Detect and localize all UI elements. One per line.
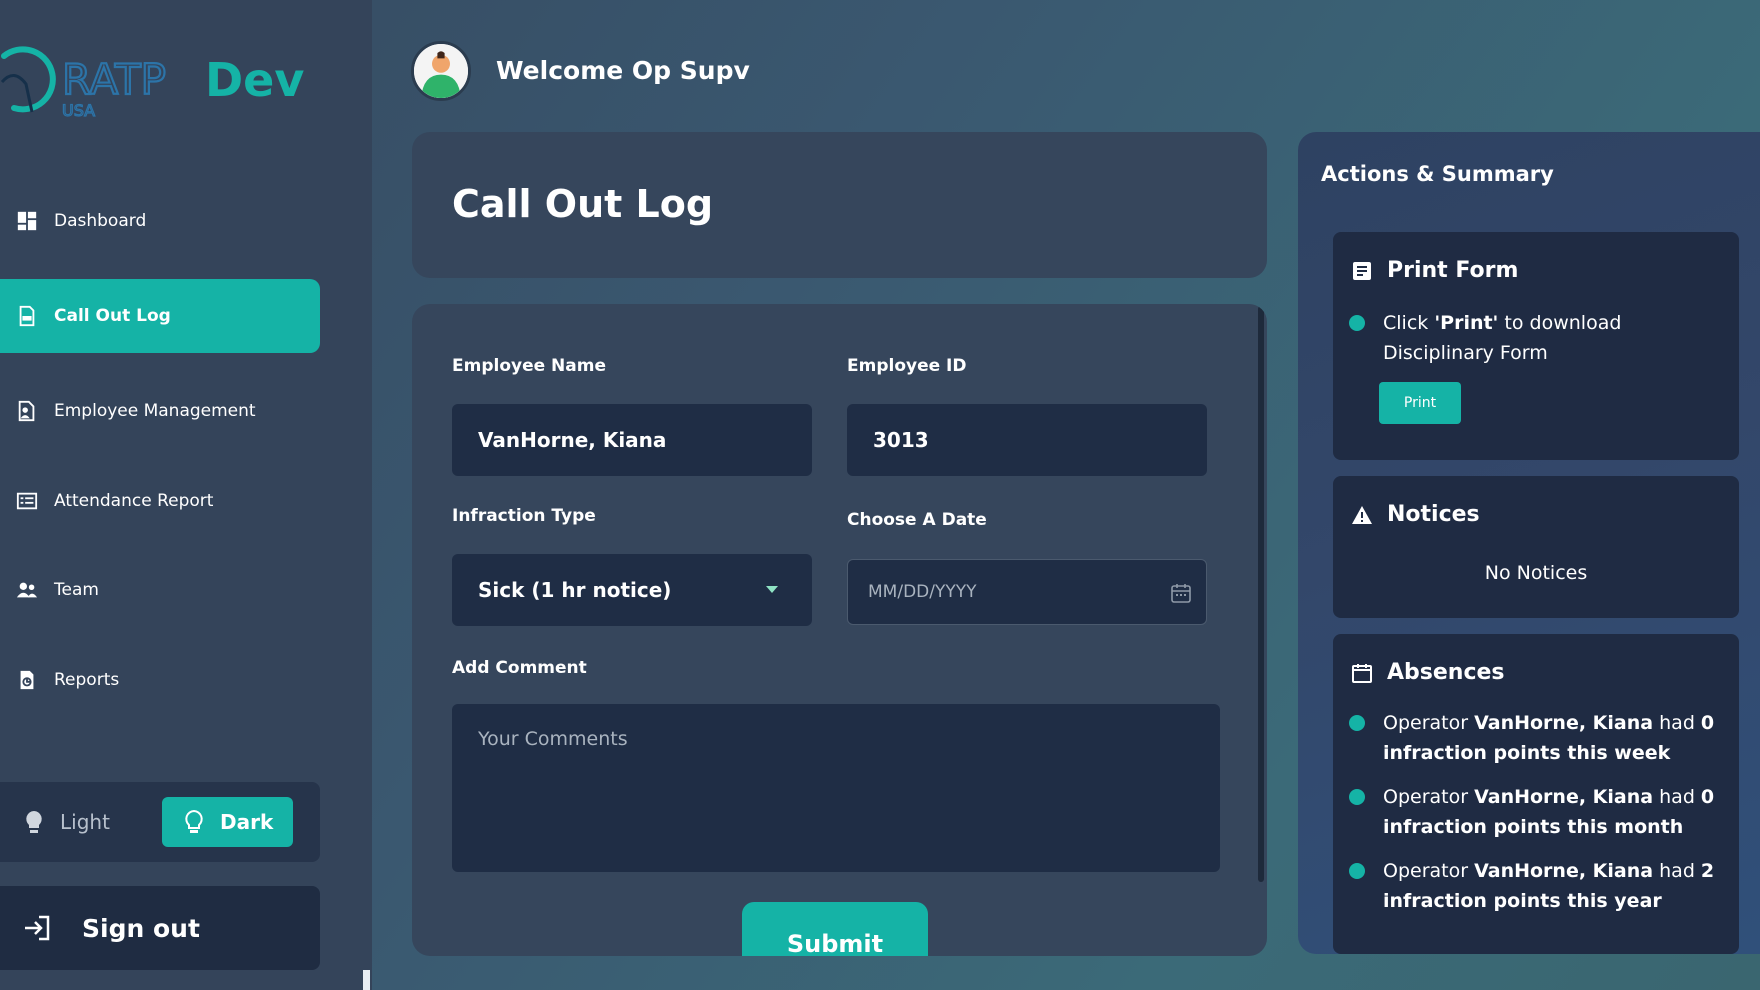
absence-mid: had [1653,712,1701,734]
sidebar-item-attendance-report[interactable]: Attendance Report [0,464,320,538]
absence-pre: Operator [1383,860,1475,882]
sidebar-item-label: Dashboard [54,211,147,231]
avatar[interactable] [411,41,471,101]
infraction-type-label: Infraction Type [452,506,596,526]
employee-id-field[interactable]: 3013 [847,404,1207,476]
actions-summary-panel: Actions & Summary Print Form Click 'Prin… [1298,132,1760,954]
absence-item: Operator VanHorne, Kiana had 2 infractio… [1349,856,1729,916]
team-icon [16,579,38,601]
sidebar-item-reports[interactable]: Reports [0,643,320,717]
bullet-dot [1349,715,1365,731]
sidebar-item-employee-management[interactable]: Employee Management [0,374,320,448]
submit-label: Submit [786,930,884,956]
theme-dark-label: Dark [220,810,274,834]
document-icon [1353,261,1371,280]
absence-mid: had [1653,860,1701,882]
absences-title: Absences [1387,660,1505,685]
warning-icon [1352,505,1372,524]
lightbulb-icon [26,811,42,833]
reports-icon [16,669,38,691]
lightbulb-outline-icon [185,809,203,833]
svg-text:Dev: Dev [205,53,304,107]
notices-card: Notices No Notices [1333,476,1739,618]
notices-title: Notices [1387,502,1480,527]
notices-header: Notices [1351,502,1480,527]
call-out-form: Employee Name VanHorne, Kiana Employee I… [412,304,1267,956]
dashboard-icon [16,210,38,232]
no-notices-text: No Notices [1484,562,1588,584]
welcome-message: Welcome Op Supv [496,56,750,85]
sidebar-item-label: Call Out Log [54,306,171,326]
infraction-type-value: Sick (1 hr notice) [478,578,672,602]
print-form-title: Print Form [1387,258,1519,283]
absence-mid: had [1653,786,1701,808]
sign-in-arrow-icon [25,915,50,941]
theme-light-option[interactable]: Light [22,809,162,835]
print-button[interactable]: Print [1379,382,1461,424]
attendance-icon [16,490,38,512]
choose-date-label: Choose A Date [847,510,987,530]
app-window: RATP Dev USA Dashboard Call Out Log Empl… [0,0,1760,990]
print-text-bold: 'Print' [1434,312,1499,334]
absence-pre: Operator [1383,786,1475,808]
svg-text:USA: USA [62,101,95,120]
absence-item: Operator VanHorne, Kiana had 0 infractio… [1349,708,1729,768]
date-placeholder: MM/DD/YYYY [868,582,977,602]
absences-card: Absences Operator VanHorne, Kiana had 0 … [1333,634,1739,954]
calendar-icon [1352,663,1372,683]
print-form-card: Print Form Click 'Print' to download Dis… [1333,232,1739,460]
theme-toggle: Light Dark [0,782,320,862]
bullet-dot [1349,863,1365,879]
log-icon [16,305,38,327]
sign-out-button[interactable]: Sign out [0,886,320,970]
employee-name-value: VanHorne, Kiana [478,428,667,452]
page-title-card: Call Out Log [412,132,1267,278]
absence-pre: Operator [1383,712,1475,734]
sidebar-item-label: Attendance Report [54,491,214,511]
sidebar-item-team[interactable]: Team [0,553,320,627]
absences-header: Absences [1351,660,1505,685]
svg-text:RATP: RATP [62,55,166,104]
ratp-dev-logo: RATP Dev USA [0,42,330,122]
absence-employee: VanHorne, Kiana [1474,786,1654,808]
employee-id-value: 3013 [873,428,929,452]
theme-dark-option[interactable]: Dark [162,797,294,847]
employee-name-field[interactable]: VanHorne, Kiana [452,404,812,476]
add-comment-label: Add Comment [452,658,587,678]
chevron-down-icon [766,586,778,593]
sidebar-item-label: Team [54,580,99,600]
form-scrollbar[interactable] [1258,306,1264,882]
actions-summary-title: Actions & Summary [1321,162,1554,186]
absence-item: Operator VanHorne, Kiana had 0 infractio… [1349,782,1729,842]
calendar-icon[interactable] [1170,582,1192,604]
date-input[interactable]: MM/DD/YYYY [847,559,1207,625]
theme-light-label: Light [60,810,110,834]
print-instruction: Click 'Print' to download Disciplinary F… [1349,308,1729,368]
sidebar-item-dashboard[interactable]: Dashboard [0,184,320,258]
print-button-label: Print [1403,395,1437,411]
submit-button[interactable]: Submit [742,902,928,956]
comment-placeholder: Your Comments [478,728,628,750]
sign-out-label: Sign out [82,913,200,943]
comment-textarea[interactable]: Your Comments [452,704,1220,872]
sidebar-item-call-out-log[interactable]: Call Out Log [0,279,320,353]
absence-employee: VanHorne, Kiana [1474,712,1654,734]
print-form-header: Print Form [1351,258,1518,283]
employee-id-label: Employee ID [847,356,967,376]
bullet-dot [1349,315,1365,331]
sidebar-item-label: Employee Management [54,401,256,421]
bullet-dot [1349,789,1365,805]
employee-name-label: Employee Name [452,356,607,376]
absence-employee: VanHorne, Kiana [1474,860,1654,882]
infraction-type-select[interactable]: Sick (1 hr notice) [452,554,812,626]
sidebar-item-label: Reports [54,670,120,690]
scrollbar-thumb[interactable] [363,970,370,990]
print-text-pre: Click [1383,312,1435,334]
sidebar: RATP Dev USA Dashboard Call Out Log Empl… [0,0,372,990]
page-title: Call Out Log [452,182,714,226]
employee-icon [16,400,38,422]
